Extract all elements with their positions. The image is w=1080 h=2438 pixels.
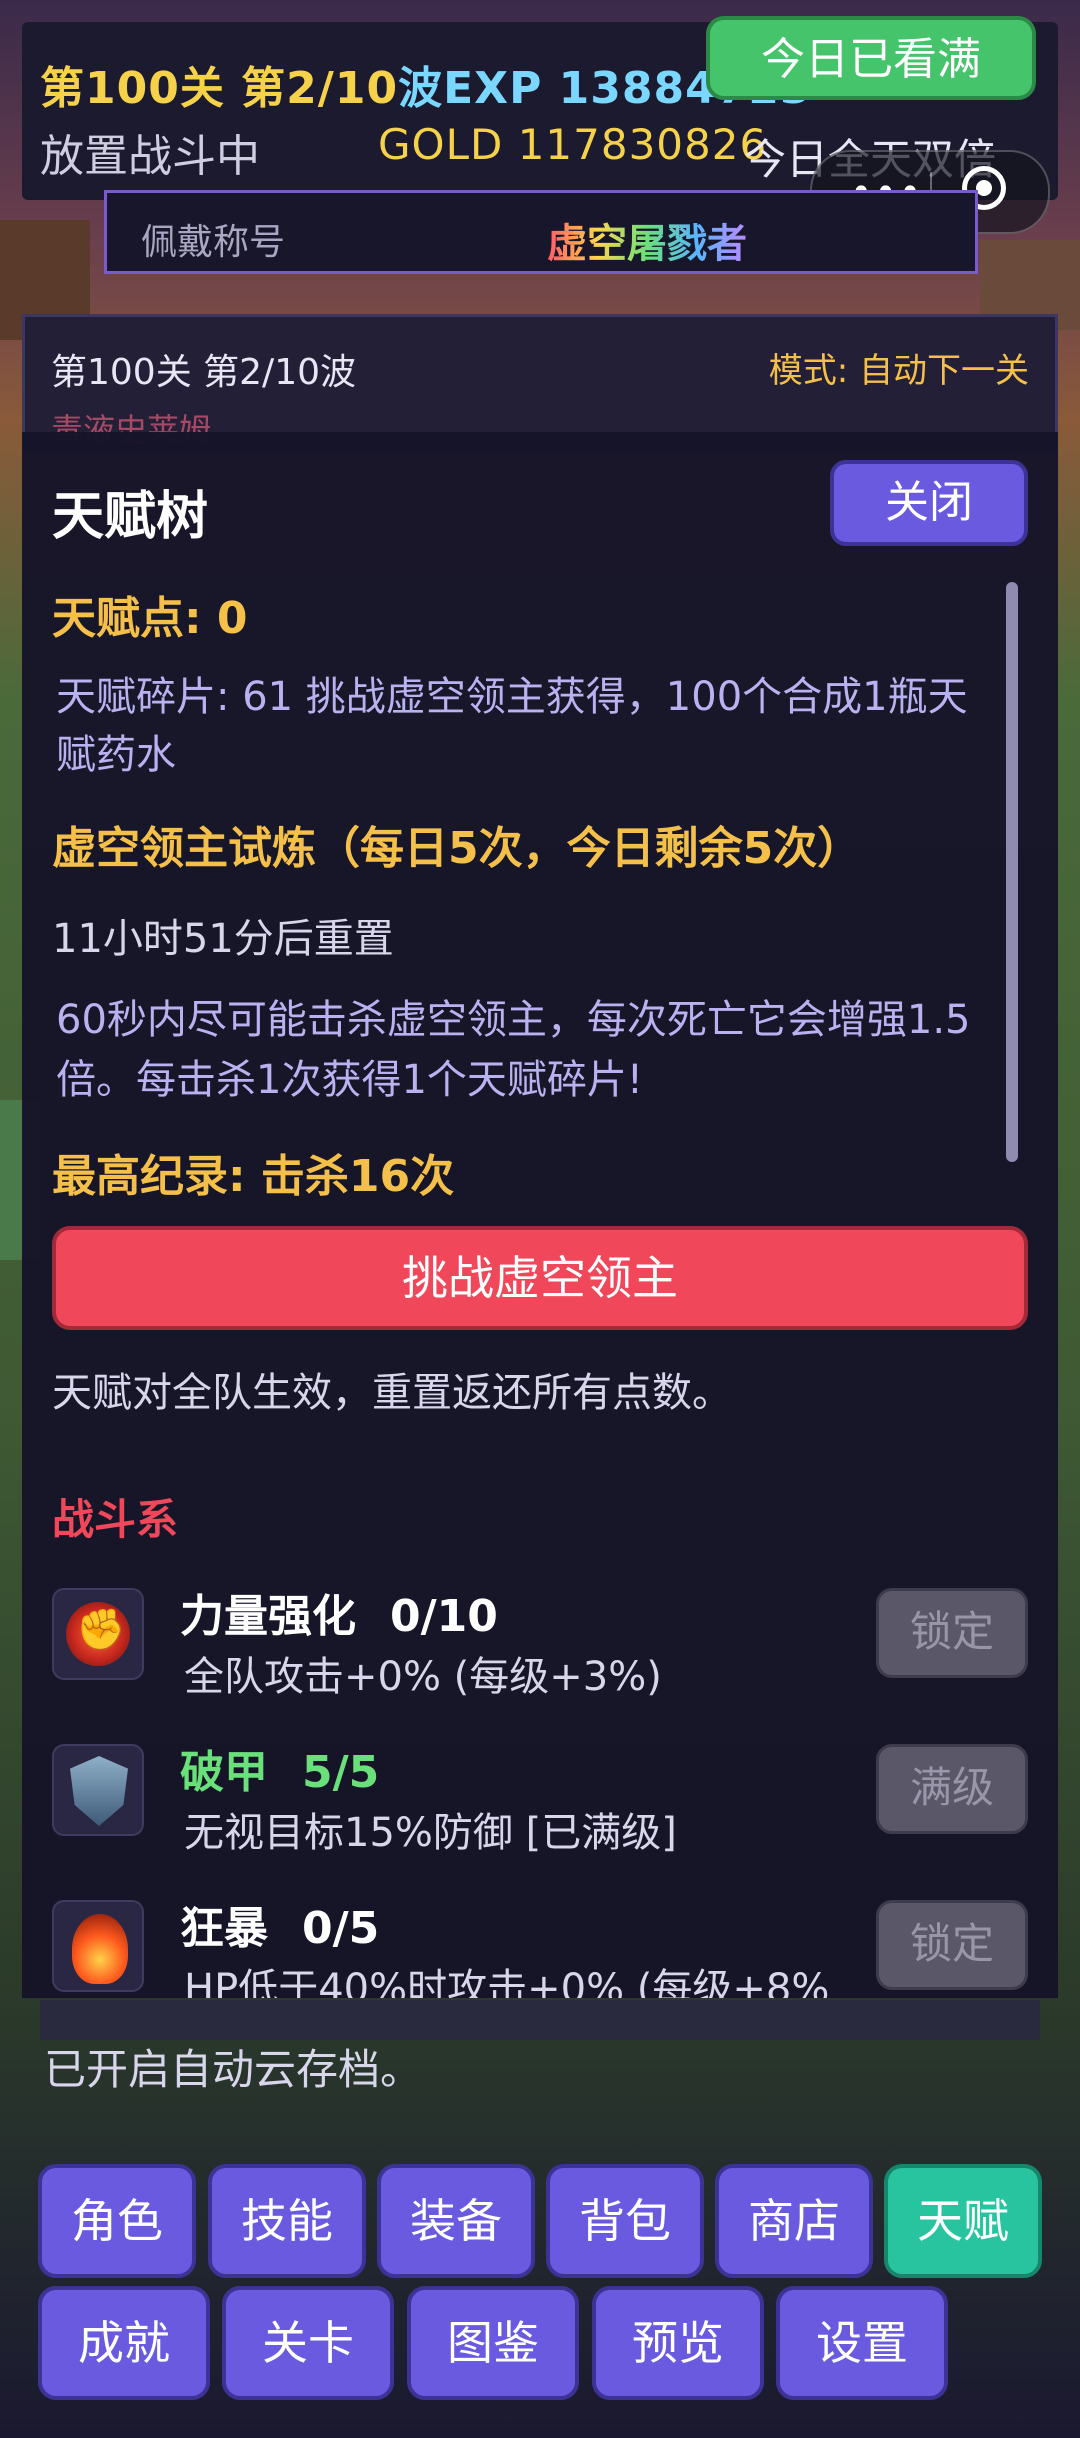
idle-status: 放置战斗中 [40,131,260,182]
tab-backpack[interactable]: 背包 [546,2164,704,2278]
talent-effect: 无视目标15%防御 [已满级] [184,1810,677,1856]
autosave-status: 已开启自动云存档。 [44,2045,423,2094]
scrollbar-thumb[interactable] [1006,582,1018,1162]
shield-icon [52,1744,144,1836]
talent-row: 破甲 5/5 无视目标15%防御 [已满级] 满级 [22,1736,1058,1886]
talent-row: 狂暴 0/5 HP低于40%时攻击+0% (每级+8% 锁定 [22,1892,1058,1998]
close-button[interactable]: 关闭 [830,460,1028,546]
bottom-nav: 角色 技能 装备 背包 商店 天赋 成就 关卡 图鉴 预览 设置 [0,2140,1080,2410]
void-lord-trial-heading: 虚空领主试炼（每日5次，今日剩余5次） [52,823,862,874]
talent-name-text: 破甲 [180,1747,268,1798]
best-record: 最高纪录: 击杀16次 [52,1151,455,1202]
talent-effect: HP低于40%时攻击+0% (每级+8% [184,1966,830,1998]
gold-counter: GOLD 117830826 [378,120,768,169]
battle-mode[interactable]: 模式: 自动下一关 [769,343,1029,392]
talent-locked-button[interactable]: 锁定 [876,1900,1028,1990]
watch-ad-button[interactable]: 今日已看满 [706,16,1036,100]
tab-stages[interactable]: 关卡 [222,2286,394,2400]
talent-level: 0/5 [302,1903,380,1954]
talent-points: 天赋点: 0 [52,593,248,644]
tab-shop[interactable]: 商店 [715,2164,873,2278]
battle-stage-info: 第100关 第2/10波 [51,352,356,393]
tab-equipment[interactable]: 装备 [377,2164,535,2278]
tab-codex[interactable]: 图鉴 [407,2286,579,2400]
talent-name-text: 力量强化 [180,1591,356,1642]
talent-note: 天赋对全队生效，重置返还所有点数。 [52,1370,732,1416]
stage-text: 第100关 第2/10 [40,63,399,114]
challenge-void-lord-button[interactable]: 挑战虚空领主 [52,1226,1028,1330]
talent-name: 狂暴 0/5 [180,1892,379,1956]
tab-achievements[interactable]: 成就 [38,2286,210,2400]
talent-effect: 全队攻击+0% (每级+3%) [184,1654,662,1700]
talent-tree-modal: 天赋树 关闭 天赋点: 0 天赋碎片: 61 挑战虚空领主获得，100个合成1瓶… [22,432,1058,1998]
tab-settings[interactable]: 设置 [776,2286,948,2400]
worn-title-label: 佩戴称号 [141,222,286,263]
tab-preview[interactable]: 预览 [592,2286,764,2400]
tab-talent[interactable]: 天赋 [884,2164,1042,2278]
talent-level: 5/5 [302,1747,380,1798]
talent-name: 破甲 5/5 [180,1736,379,1800]
category-combat: 战斗系 [52,1495,179,1544]
worn-title-bar: 佩戴称号 虚空屠戮者 [104,190,978,274]
talent-row: 力量强化 0/10 全队攻击+0% (每级+3%) 锁定 [22,1580,1058,1730]
talent-shards-text: 天赋碎片: 61 挑战虚空领主获得，100个合成1瓶天赋药水 [56,674,968,778]
modal-title: 天赋树 [52,487,209,547]
talent-name-text: 狂暴 [180,1903,268,1954]
stage-wave-text: 第100关 第2/10波EXP 13884723 [40,52,812,116]
tab-character[interactable]: 角色 [38,2164,196,2278]
fist-icon [52,1588,144,1680]
trial-description: 60秒内尽可能击杀虚空领主，每次死亡它会增强1.5倍。每击杀1次获得1个天赋碎片… [56,997,971,1103]
talent-locked-button[interactable]: 锁定 [876,1588,1028,1678]
talent-name: 力量强化 0/10 [180,1580,498,1644]
reset-timer: 11小时51分后重置 [52,916,394,962]
talent-level: 0/10 [390,1591,498,1642]
tab-skills[interactable]: 技能 [208,2164,366,2278]
talent-maxed-button[interactable]: 满级 [876,1744,1028,1834]
flame-icon [52,1900,144,1992]
worn-title-value: 虚空屠戮者 [547,211,747,269]
